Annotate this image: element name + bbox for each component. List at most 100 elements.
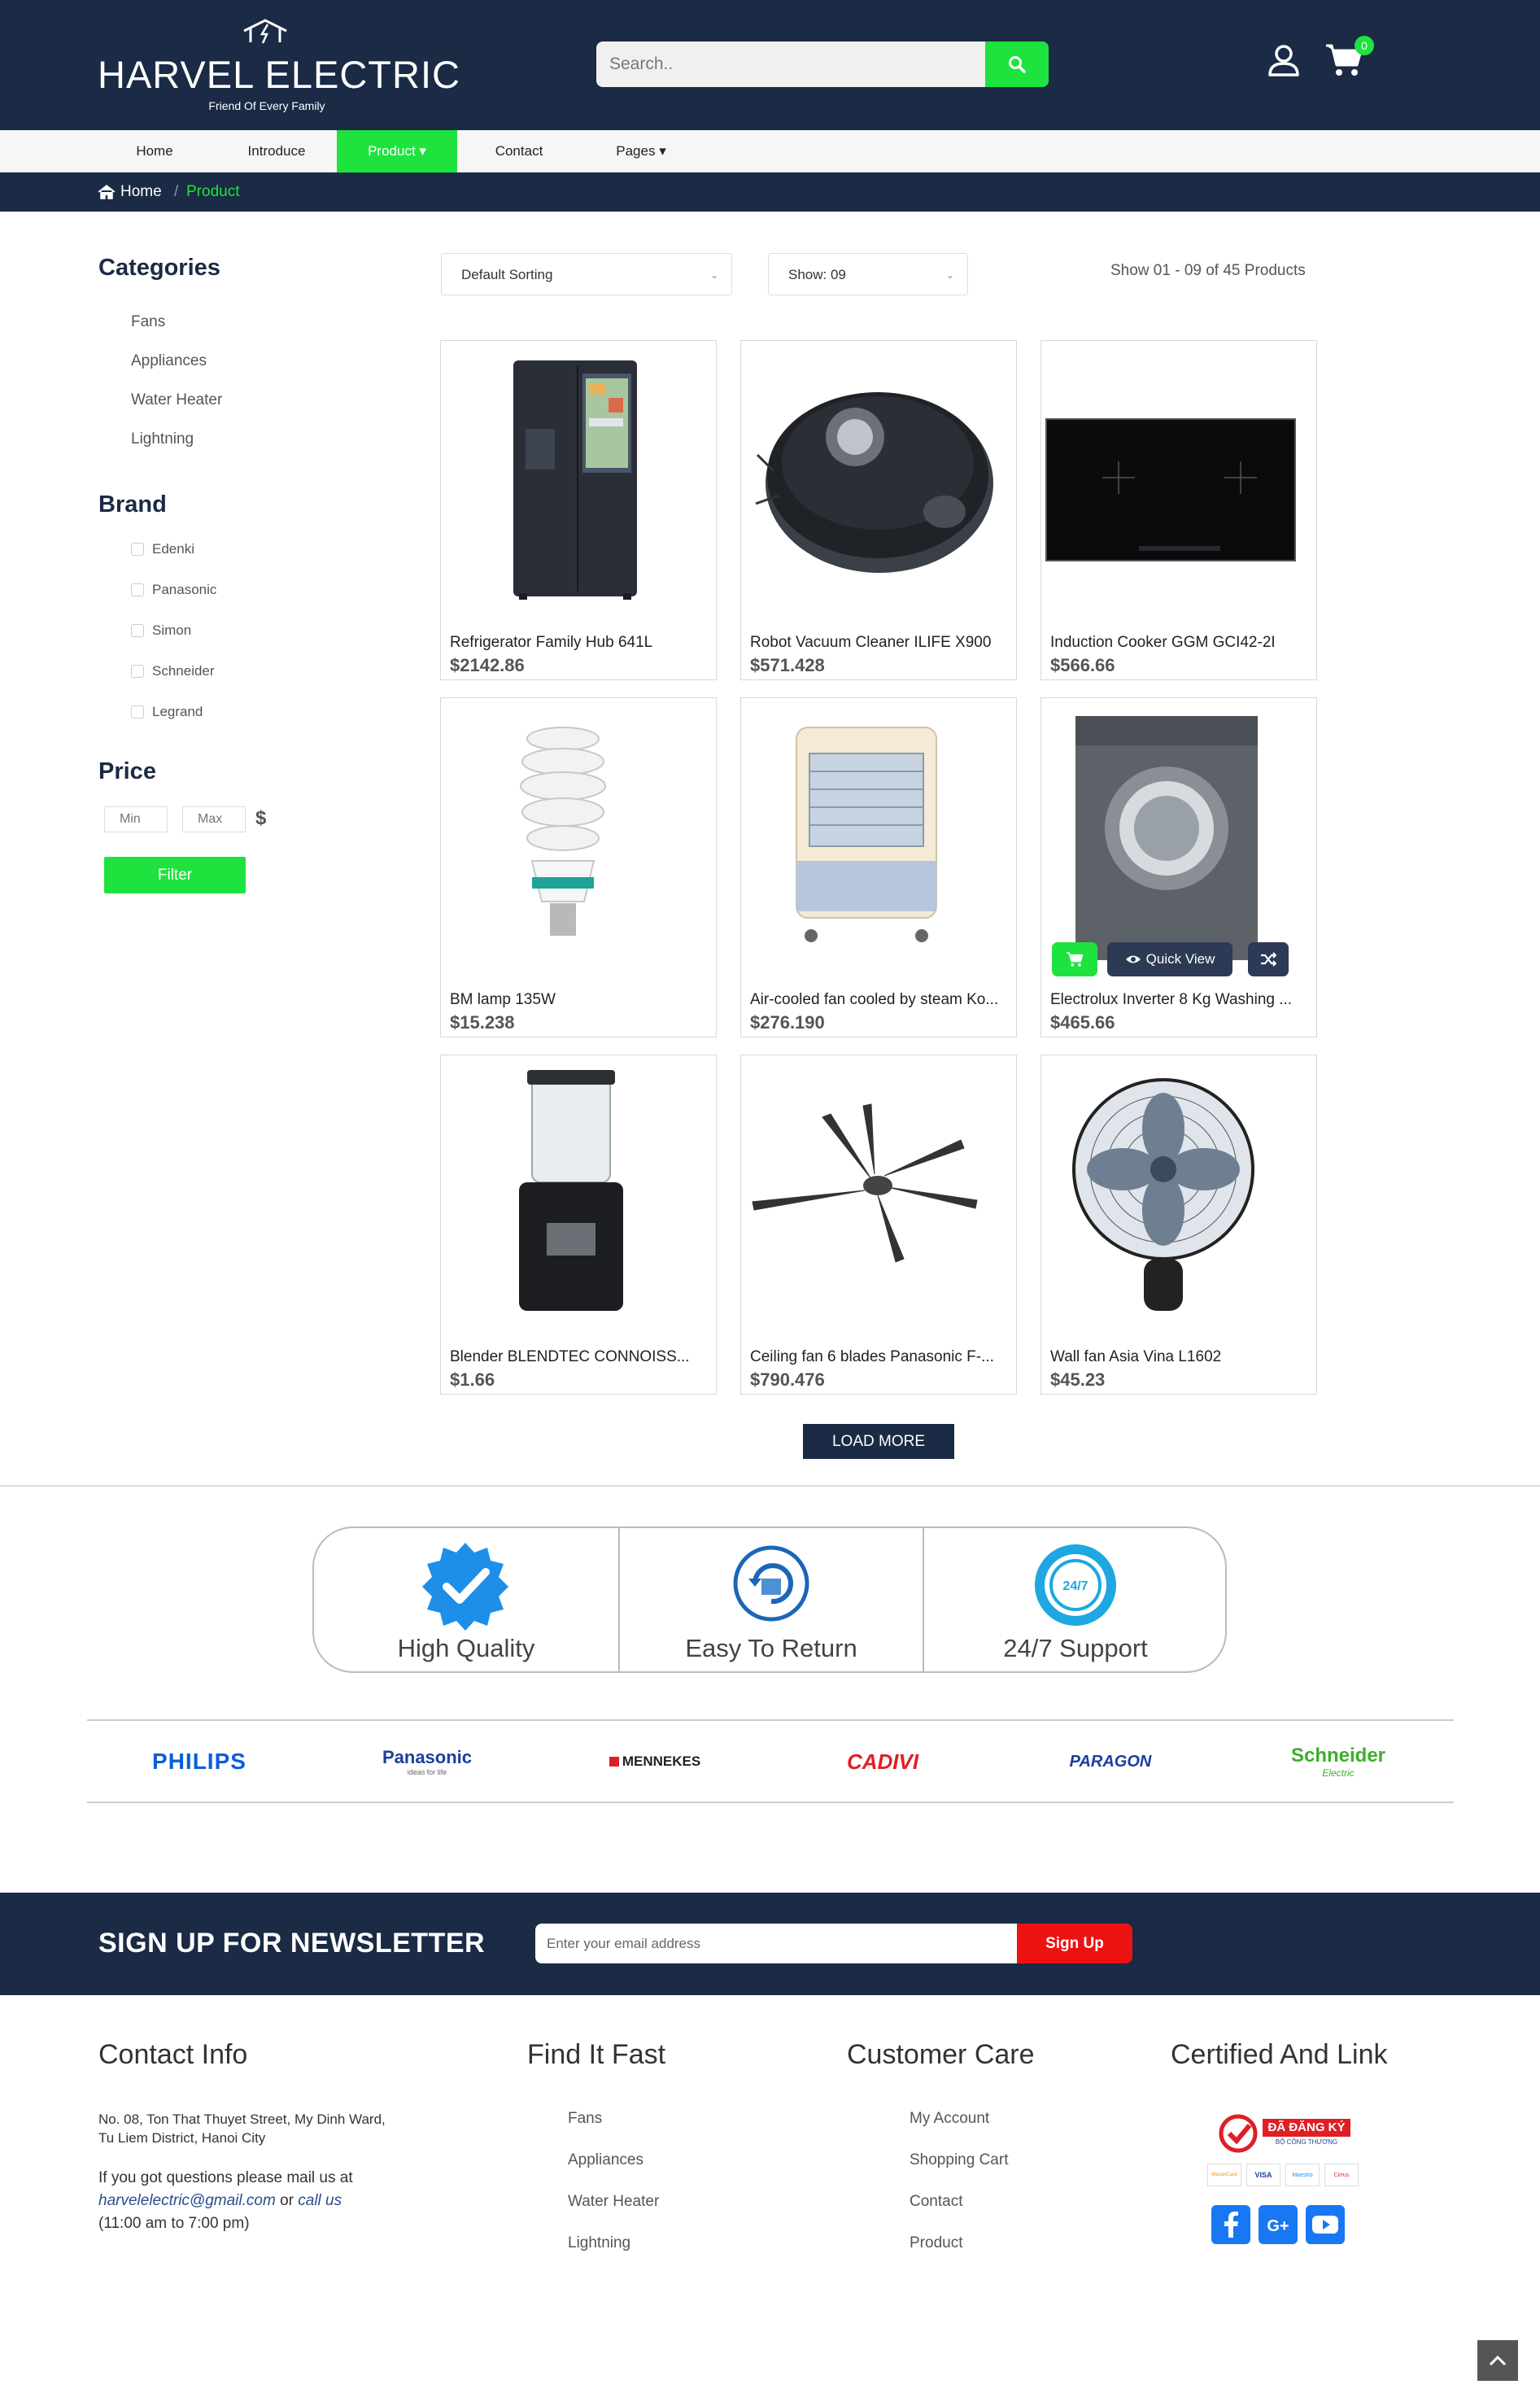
mastercard-icon: MasterCard	[1207, 2164, 1241, 2186]
category-link[interactable]: Appliances	[131, 352, 207, 370]
call-us-link[interactable]: call us	[298, 2192, 342, 2209]
product-name[interactable]: BM lamp 135W	[450, 991, 707, 1009]
product-card[interactable]: Ceiling fan 6 blades Panasonic F-... $79…	[740, 1055, 1017, 1395]
brand-filter-item[interactable]: Schneider	[131, 663, 215, 679]
compare-button[interactable]	[1248, 942, 1289, 976]
product-name[interactable]: Air-cooled fan cooled by steam Ko...	[750, 991, 1007, 1009]
brand-checkbox[interactable]	[131, 583, 144, 596]
scroll-to-top-button[interactable]	[1477, 2340, 1518, 2381]
product-name[interactable]: Robot Vacuum Cleaner ILIFE X900	[750, 634, 1007, 652]
features-strip: High Quality Easy To Return 24/7 24/7 Su…	[312, 1526, 1227, 1673]
product-name[interactable]: Electrolux Inverter 8 Kg Washing ...	[1050, 991, 1307, 1009]
category-link[interactable]: Lightning	[131, 430, 194, 448]
nav-item-contact[interactable]: Contact	[480, 130, 558, 173]
brand-checkbox[interactable]	[131, 543, 144, 556]
shuffle-icon	[1261, 952, 1276, 967]
product-name[interactable]: Wall fan Asia Vina L1602	[1050, 1348, 1307, 1366]
footer-care-link[interactable]: Contact	[910, 2193, 962, 2211]
product-name[interactable]: Ceiling fan 6 blades Panasonic F-...	[750, 1348, 1007, 1366]
product-card[interactable]: Blender BLENDTEC CONNOISS... $1.66	[440, 1055, 717, 1395]
facebook-icon[interactable]	[1211, 2205, 1250, 2244]
brand-logo-paragon[interactable]: PARAGON	[1041, 1745, 1180, 1778]
brand-logo-schneider[interactable]: Schneider Electric	[1269, 1745, 1407, 1779]
sort-select[interactable]: Default Sorting ⌄	[441, 253, 732, 295]
price-max-input[interactable]	[182, 806, 246, 832]
brand-label: Schneider	[152, 663, 215, 679]
newsletter-email-input[interactable]	[535, 1924, 1019, 1963]
product-card[interactable]: Quick View Electrolux Inverter 8 Kg Wash…	[1040, 697, 1317, 1037]
email-link[interactable]: harvelelectric@gmail.com	[98, 2192, 276, 2209]
footer-address: No. 08, Ton That Thuyet Street, My Dinh …	[98, 2110, 424, 2147]
product-name[interactable]: Induction Cooker GGM GCI42-2I	[1050, 634, 1307, 652]
show-selected-value: Show: 09	[788, 267, 846, 282]
product-card[interactable]: Robot Vacuum Cleaner ILIFE X900 $571.428	[740, 340, 1017, 680]
footer-find-link[interactable]: Fans	[568, 2110, 602, 2128]
brand-filter-item[interactable]: Legrand	[131, 704, 203, 720]
product-card[interactable]: Refrigerator Family Hub 641L $2142.86	[440, 340, 717, 680]
feature-high-quality: High Quality	[314, 1528, 618, 1671]
breadcrumb: Home / Product	[0, 173, 1540, 212]
google-plus-icon[interactable]: G+	[1259, 2205, 1298, 2244]
brand-logo-mennekes-name: MENNEKES	[622, 1753, 701, 1769]
filter-button[interactable]: Filter	[104, 857, 246, 893]
brand-label: Edenki	[152, 541, 194, 557]
load-more-button[interactable]: LOAD MORE	[803, 1424, 954, 1459]
footer-care-link[interactable]: Shopping Cart	[910, 2151, 1008, 2169]
category-link[interactable]: Fans	[131, 313, 165, 331]
brand-filter-item[interactable]: Panasonic	[131, 582, 216, 598]
product-name[interactable]: Refrigerator Family Hub 641L	[450, 634, 707, 652]
footer-care-link[interactable]: Product	[910, 2234, 962, 2252]
category-link[interactable]: Water Heater	[131, 391, 222, 409]
social-links: G+	[1211, 2205, 1350, 2244]
price-min-input[interactable]	[104, 806, 168, 832]
logo-title[interactable]: HARVEL ELECTRIC	[98, 52, 460, 97]
breadcrumb-home[interactable]: Home	[98, 173, 162, 212]
registered-badge[interactable]: ĐÃ ĐĂNG KÝ BỘ CÔNG THƯƠNG	[1217, 2114, 1352, 2153]
footer-find-link[interactable]: Lightning	[568, 2234, 630, 2252]
registered-badge-sub: BỘ CÔNG THƯƠNG	[1275, 2138, 1338, 2146]
quick-view-button[interactable]: Quick View	[1107, 942, 1232, 976]
nav-item-introduce[interactable]: Introduce	[233, 130, 321, 173]
opening-hours: (11:00 am to 7:00 pm)	[98, 2215, 250, 2232]
brand-logo-panasonic[interactable]: Panasonic ideas for life	[358, 1745, 496, 1778]
cirrus-icon: Cirrus	[1324, 2164, 1359, 2186]
show-count-select[interactable]: Show: 09 ⌄	[768, 253, 968, 295]
footer-contact-title: Contact Info	[98, 2039, 248, 2070]
footer-find-link[interactable]: Water Heater	[568, 2193, 659, 2211]
search-button[interactable]	[985, 41, 1049, 87]
product-card[interactable]: BM lamp 135W $15.238	[440, 697, 717, 1037]
product-price: $2142.86	[450, 655, 525, 675]
blender-image	[519, 1070, 623, 1311]
user-icon[interactable]	[1266, 42, 1302, 78]
brand-logo-philips[interactable]: PHILIPS	[130, 1745, 268, 1778]
brand-logo-mennekes[interactable]: MENNEKES	[586, 1745, 724, 1778]
footer-care-link[interactable]: My Account	[910, 2110, 989, 2128]
brand-logo-panasonic-name: Panasonic	[382, 1747, 473, 1767]
brand-checkbox[interactable]	[131, 624, 144, 637]
brand-filter-item[interactable]: Edenki	[131, 541, 194, 557]
newsletter-section: SIGN UP FOR NEWSLETTER Sign Up	[0, 1893, 1540, 1995]
wall-fan-image	[1072, 1078, 1254, 1311]
registered-badge-label: ĐÃ ĐĂNG KÝ	[1263, 2119, 1350, 2137]
product-name[interactable]: Blender BLENDTEC CONNOISS...	[450, 1348, 707, 1366]
product-price: $790.476	[750, 1369, 825, 1390]
brand-checkbox[interactable]	[131, 665, 144, 678]
brand-filter-item[interactable]: Simon	[131, 622, 191, 639]
product-card[interactable]: Wall fan Asia Vina L1602 $45.23	[1040, 1055, 1317, 1395]
youtube-icon[interactable]	[1306, 2205, 1345, 2244]
product-card[interactable]: Induction Cooker GGM GCI42-2I $566.66	[1040, 340, 1317, 680]
product-price: $566.66	[1050, 655, 1115, 675]
add-to-cart-button[interactable]	[1052, 942, 1097, 976]
cart-count-badge: 0	[1355, 36, 1374, 55]
brand-logo-cadivi[interactable]: CADIVI	[814, 1745, 952, 1778]
nav-item-product[interactable]: Product ▾	[337, 130, 457, 173]
search-input[interactable]	[596, 41, 985, 87]
footer-find-link[interactable]: Appliances	[568, 2151, 643, 2169]
mail-or: or	[275, 2192, 299, 2209]
brand-checkbox[interactable]	[131, 705, 144, 718]
product-card[interactable]: Air-cooled fan cooled by steam Ko... $27…	[740, 697, 1017, 1037]
footer-cert-title: Certified And Link	[1171, 2039, 1388, 2070]
nav-item-home[interactable]: Home	[116, 130, 194, 173]
newsletter-signup-button[interactable]: Sign Up	[1017, 1924, 1132, 1963]
nav-item-pages[interactable]: Pages ▾	[602, 130, 680, 173]
